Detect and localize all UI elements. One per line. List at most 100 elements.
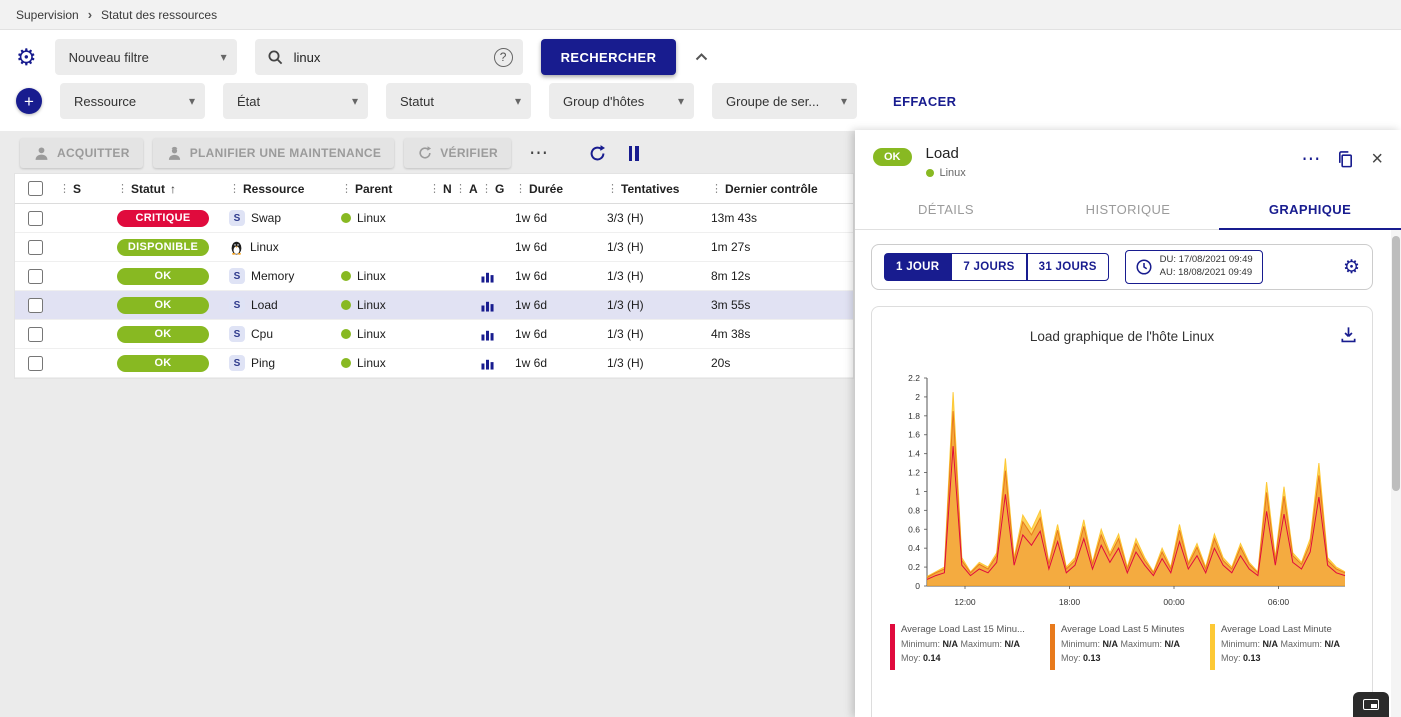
legend-color-bar [1210,624,1215,670]
filter-row-criteria: + Ressource▾ État▾ Statut▾ Group d'hôtes▾ Gr… [16,83,956,119]
legend-series-name: Average Load Last 5 Minutes [1061,624,1184,636]
close-panel-icon[interactable]: × [1371,149,1383,169]
resource-name: Cpu [251,327,273,341]
table-row[interactable]: CRITIQUE SSwap Linux 1w 6d 3/3 (H) 13m 4… [15,204,853,233]
settings-gear-icon[interactable]: ⚙ [16,46,37,69]
column-header[interactable]: Durée [529,182,563,196]
column-header[interactable]: Ressource [243,182,304,196]
breadcrumb-item[interactable]: Statut des ressources [101,8,217,22]
graph-icon[interactable] [481,357,494,370]
breadcrumb-item[interactable]: Supervision [16,8,79,22]
refresh-button[interactable] [582,144,613,163]
criteria-select[interactable]: Statut▾ [386,83,531,119]
column-options-icon[interactable]: ⋮ [59,182,70,195]
table-row[interactable]: OK SMemory Linux 1w 6d 1/3 (H) 8m 12s [15,262,853,291]
status-badge: OK [117,326,209,343]
column-options-icon[interactable]: ⋮ [429,182,440,195]
sort-asc-icon[interactable]: ↑ [170,182,176,196]
date-range-control[interactable]: DU: 17/08/2021 09:49 AU: 18/08/2021 09:4… [1125,250,1263,284]
column-options-icon[interactable]: ⋮ [515,182,526,195]
chart-legend: Average Load Last 15 Minu... Minimum: N/… [882,624,1362,670]
tab-graph[interactable]: GRAPHIQUE [1219,191,1401,229]
column-header[interactable]: G [495,182,504,196]
column-options-icon[interactable]: ⋮ [481,182,492,195]
download-icon[interactable] [1339,325,1358,344]
last-check-cell: 8m 12s [707,269,853,283]
select-all-checkbox[interactable] [28,181,43,196]
legend-item[interactable]: Average Load Last 5 Minutes Minimum: N/A… [1050,624,1202,670]
pause-button[interactable] [623,146,645,161]
chevron-up-icon[interactable] [694,52,709,62]
table-row[interactable]: OK SPing Linux 1w 6d 1/3 (H) 20s [15,349,853,378]
breadcrumb-bar: Supervision›Statut des ressources [0,0,1401,30]
legend-item[interactable]: Average Load Last Minute Minimum: N/A Ma… [1210,624,1362,670]
search-input[interactable] [294,50,484,65]
column-header[interactable]: Statut [131,182,165,196]
column-options-icon[interactable]: ⋮ [341,182,352,195]
legend-item[interactable]: Average Load Last 15 Minu... Minimum: N/… [890,624,1042,670]
chevron-down-icon: ▾ [189,94,195,108]
service-icon: S [229,210,245,226]
legend-series-name: Average Load Last Minute [1221,624,1340,636]
row-checkbox[interactable] [28,327,43,342]
panel-more-icon[interactable]: ⋯ [1301,150,1320,169]
range-31-days-button[interactable]: 31 JOURS [1027,253,1109,281]
row-checkbox[interactable] [28,356,43,371]
add-filter-button[interactable]: + [16,88,42,114]
chevron-down-icon: ▾ [352,94,358,108]
panel-scrollbar-thumb[interactable] [1392,236,1400,491]
duration-cell: 1w 6d [511,211,603,225]
screen-share-overlay-icon[interactable] [1353,692,1389,717]
acknowledge-button[interactable]: ACQUITTER [20,138,143,168]
row-checkbox[interactable] [28,298,43,313]
svg-text:12:00: 12:00 [954,597,976,607]
criteria-select[interactable]: Groupe de ser...▾ [712,83,857,119]
column-header[interactable]: S [73,182,81,196]
legend-min-max: Minimum: N/A Maximum: N/A [901,639,1025,650]
host-status-dot [926,169,934,177]
graph-icon[interactable] [481,299,494,312]
column-options-icon[interactable]: ⋮ [607,182,618,195]
column-options-icon[interactable]: ⋮ [711,182,722,195]
parent-name: Linux [357,269,386,283]
search-button[interactable]: RECHERCHER [541,39,677,75]
table-row[interactable]: DISPONIBLE Linux 1w 6d 1/3 (H) 1m 27s [15,233,853,262]
resource-name: Memory [251,269,294,283]
svg-text:18:00: 18:00 [1059,597,1081,607]
graph-icon[interactable] [481,328,494,341]
recheck-icon [417,145,433,161]
more-actions-button[interactable]: ⋯ [521,142,556,165]
column-header[interactable]: Tentatives [621,182,679,196]
graph-settings-gear-icon[interactable]: ⚙ [1343,256,1360,279]
resource-detail-panel: OK Load Linux ⋯ × DÉTAILS HISTORIQUE GRA… [855,130,1401,717]
table-row[interactable]: OK SCpu Linux 1w 6d 1/3 (H) 4m 38s [15,320,853,349]
last-check-cell: 3m 55s [707,298,853,312]
clear-filters-button[interactable]: EFFACER [893,94,956,109]
row-checkbox[interactable] [28,240,43,255]
help-icon[interactable]: ? [494,48,513,67]
criteria-select[interactable]: État▾ [223,83,368,119]
column-options-icon[interactable]: ⋮ [455,182,466,195]
row-checkbox[interactable] [28,269,43,284]
table-body: CRITIQUE SSwap Linux 1w 6d 3/3 (H) 13m 4… [15,204,853,378]
last-check-cell: 20s [707,356,853,370]
legend-avg: Moy: 0.13 [1221,653,1340,664]
tab-details[interactable]: DÉTAILS [855,191,1037,229]
column-header[interactable]: Parent [355,182,392,196]
criteria-select[interactable]: Ressource▾ [60,83,205,119]
maintenance-button[interactable]: PLANIFIER UNE MAINTENANCE [153,138,395,168]
criteria-select[interactable]: Group d'hôtes▾ [549,83,694,119]
resources-section: ACQUITTER PLANIFIER UNE MAINTENANCE VÉRI… [14,133,854,379]
check-button[interactable]: VÉRIFIER [404,138,511,168]
column-header[interactable]: Dernier contrôle [725,182,818,196]
range-7-days-button[interactable]: 7 JOURS [951,253,1026,281]
copy-icon[interactable] [1336,150,1355,169]
column-options-icon[interactable]: ⋮ [229,182,240,195]
saved-filter-select[interactable]: Nouveau filtre ▾ [55,39,237,75]
tab-history[interactable]: HISTORIQUE [1037,191,1219,229]
row-checkbox[interactable] [28,211,43,226]
table-row[interactable]: OK SLoad Linux 1w 6d 1/3 (H) 3m 55s [15,291,853,320]
graph-icon[interactable] [481,270,494,283]
range-1-day-button[interactable]: 1 JOUR [884,253,951,281]
column-options-icon[interactable]: ⋮ [117,182,128,195]
